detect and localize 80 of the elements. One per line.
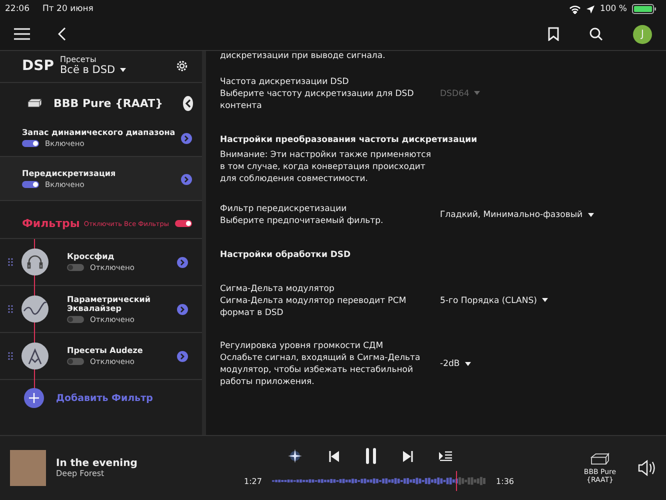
sparkle-icon[interactable] [286,448,302,464]
album-art-placeholder [10,450,46,486]
bookmark-icon[interactable] [548,27,559,41]
filter-name[interactable]: Параметрический Эквалайзер [67,294,169,312]
option-title: Сигма-Дельта модулятор [220,284,336,296]
preset-dropdown[interactable]: Пресеты Всё в DSD [60,55,126,76]
caret-icon [588,212,594,217]
device-icon[interactable] [589,452,611,466]
total-time: 1:36 [496,476,514,486]
previous-icon[interactable] [328,450,338,462]
disable-all-toggle[interactable] [175,220,192,227]
peak-icon [21,342,49,370]
battery-icon [632,4,658,14]
option-title: Фильтр передискретизации [220,204,348,216]
drag-handle-icon[interactable] [8,352,13,360]
option-title: Регулировка уровня громкости СДМ [220,341,384,354]
toggle-switch[interactable] [67,358,84,365]
waveform-drawing[interactable] [272,474,486,488]
status-date: Пт 20 июня [42,4,94,14]
track-artist: Deep Forest [56,469,106,478]
option-description: Сигма-Дельта модулятор переводит PCM формат в DSD [220,296,408,320]
headphones-icon [21,248,49,276]
chevron-button[interactable] [177,350,188,362]
chevron-right-icon [180,306,185,312]
drag-handle-icon[interactable] [8,258,13,266]
settings-icon[interactable] [176,60,188,72]
add-filter-button[interactable] [24,388,44,408]
chevron-button[interactable] [181,174,192,184]
chevron-right-icon [180,352,185,360]
wave-icon [21,295,49,323]
chevron-button[interactable] [177,256,188,268]
chevron-right-icon [184,176,189,182]
track-title: In the evening [56,458,138,469]
toggle-switch[interactable] [22,181,39,188]
chevron-left-icon [184,98,191,108]
caret-icon [542,298,548,302]
option-description: Выберите частоту дискретизации для DSD контента [220,88,415,113]
menu-icon[interactable] [14,28,30,40]
option-dropdown[interactable]: 5-го Порядка (CLANS) [440,296,548,308]
device-name: BBB Pure {RAAT} [54,96,163,110]
back-icon[interactable] [58,27,66,41]
drag-handle-icon[interactable] [8,305,13,313]
toggle-switch[interactable] [67,316,84,322]
section-title: Настройки обработки DSD [220,250,352,262]
battery-percent: 100 % [600,4,627,14]
toggle-switch[interactable] [22,140,39,147]
chevron-button[interactable] [181,132,192,144]
caret-icon [464,362,471,366]
chevron-button[interactable] [177,304,188,314]
option-dropdown[interactable]: Гладкий, Минимально-фазовый [440,210,594,222]
search-icon[interactable] [589,27,603,41]
option-dropdown[interactable]: -2dB [440,359,471,372]
chevron-right-icon [184,134,189,142]
caret-icon [474,91,480,96]
pause-icon[interactable] [364,448,376,464]
section-description: Внимание: Эти настройки также применяются в том случае, когда конвертация происходит для соблюдения совместимости. [220,150,432,186]
volume-icon[interactable] [638,460,656,476]
elapsed-time: 1:27 [244,476,262,486]
location-icon [586,4,595,14]
option-description: Выберите предпочитаемый фильтр. [220,216,384,228]
setting-name: Передискретизация [22,169,117,178]
filters-title: Фильтры [22,217,80,230]
dsp-label: DSP [22,58,54,74]
filter-name[interactable]: Кроссфид [67,252,169,261]
option-title: Частота дискретизации DSD [220,76,350,89]
queue-icon[interactable] [438,451,452,461]
plus-icon [29,393,39,403]
wifi-icon [568,4,581,14]
section-title: Настройки преобразования частоты дискретизации [220,134,478,146]
filter-name[interactable]: Пресеты Audeze [67,346,169,355]
status-time: 22:06 [5,4,30,14]
description-text: дискретизации при выводе сигнала. [220,51,386,63]
chevron-right-icon [180,258,185,266]
setting-name: Запас динамического диапазона [22,128,176,137]
toggle-switch[interactable] [67,264,84,271]
next-icon[interactable] [402,450,412,462]
collapse-button[interactable] [182,96,193,110]
option-description: Ослабьте сигнал, входящий в Сигма-Дельта модулятор, чтобы избежать нестабильной работы приложения. [220,353,422,390]
add-filter-link[interactable]: Добавить Фильтр [56,392,153,404]
caret-icon [120,68,126,72]
